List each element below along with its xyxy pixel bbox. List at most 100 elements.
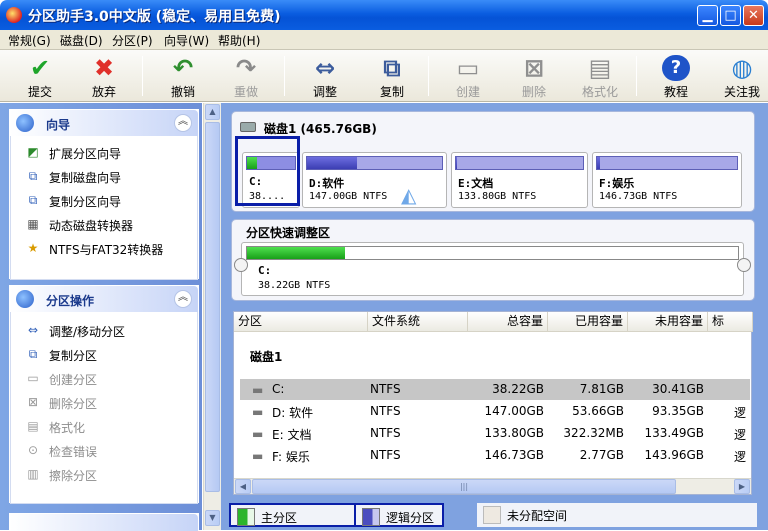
column-header-used[interactable]: 已用容量	[548, 312, 628, 332]
column-header-partition[interactable]: 分区	[234, 312, 368, 332]
format-disk-icon: ▤	[588, 54, 612, 82]
globe-icon: ◍	[731, 54, 753, 82]
op-copy-partition[interactable]: ⧉ 复制分区	[11, 342, 197, 366]
help-icon: ?	[662, 55, 690, 81]
third-panel-header[interactable]	[10, 514, 198, 531]
create-button[interactable]: ▭ 创建	[440, 52, 496, 100]
resize-icon: ⇔	[27, 323, 39, 337]
quick-resize-partition[interactable]: C: 38.22GB NTFS	[241, 242, 744, 296]
menu-help[interactable]: 帮助(H)	[218, 32, 260, 49]
wizard-ntfs-fat32[interactable]: ★ NTFS与FAT32转换器	[11, 236, 197, 260]
quick-resize-bar	[246, 246, 739, 260]
partition-block-f[interactable]: F:娱乐 146.73GB NTFS	[592, 152, 742, 208]
scroll-right-button[interactable]: ▶	[734, 479, 750, 494]
resize-disk-icon: ⇔	[314, 54, 336, 82]
resize-handle-right[interactable]	[737, 258, 751, 272]
wizard-dynamic-disk[interactable]: ▦ 动态磁盘转换器	[11, 212, 197, 236]
app-icon	[6, 7, 22, 23]
undo-arrow-icon: ↶	[172, 54, 194, 82]
menu-disk[interactable]: 磁盘(D)	[60, 32, 103, 49]
copy-button[interactable]: ⧉ 复制	[364, 52, 420, 100]
format-icon: ▤	[27, 419, 39, 433]
format-button[interactable]: ▤ 格式化	[572, 52, 628, 100]
quick-resize-card: 分区快速调整区 C: 38.22GB NTFS	[231, 219, 755, 301]
close-button[interactable]: ✕	[743, 5, 764, 26]
partition-ops-list: ⇔ 调整/移动分区 ⧉ 复制分区 ▭ 创建分区 ⊠ 删除分区 ▤ 格式化 ⊙ 检查错误 ▥ 擦…	[10, 312, 198, 504]
menu-partition[interactable]: 分区(P)	[112, 32, 153, 49]
scroll-thumb[interactable]: |||	[252, 479, 676, 494]
tutorial-button[interactable]: ? 教程	[648, 52, 704, 100]
column-header-total[interactable]: 总容量	[468, 312, 548, 332]
menu-bar: 常规(G) 磁盘(D) 分区(P) 向导(W) 帮助(H)	[0, 30, 768, 50]
op-create-partition[interactable]: ▭ 创建分区	[11, 366, 197, 390]
wizard-panel-header[interactable]: 向导 ︽	[10, 110, 198, 136]
op-check-errors[interactable]: ⊙ 检查错误	[11, 438, 197, 462]
copy-disk-icon: ⧉	[28, 169, 38, 183]
collapse-icon[interactable]: ︽	[174, 114, 192, 132]
scroll-thumb[interactable]	[205, 122, 220, 492]
column-header-free[interactable]: 未用容量	[628, 312, 708, 332]
check-icon: ⊙	[27, 443, 39, 457]
legend-logical: 逻辑分区	[354, 503, 444, 527]
copy-icon: ⧉	[28, 347, 38, 361]
toolbar-separator	[428, 56, 429, 96]
partition-block-e[interactable]: E:文档 133.80GB NTFS	[451, 152, 588, 208]
delete-button[interactable]: ⊠ 删除	[506, 52, 562, 100]
wizard-copy-disk[interactable]: ⧉ 复制磁盘向导	[11, 164, 197, 188]
redo-button[interactable]: ↷ 重做	[218, 52, 274, 100]
column-header-filesystem[interactable]: 文件系统	[368, 312, 468, 332]
resize-button[interactable]: ⇔ 调整	[297, 52, 353, 100]
op-resize-move[interactable]: ⇔ 调整/移动分区	[11, 318, 197, 342]
delete-disk-icon: ⊠	[523, 54, 545, 82]
scroll-up-button[interactable]: ▲	[205, 104, 220, 120]
drive-icon: ▬	[252, 405, 264, 419]
legend-bar: 主分区 逻辑分区 未分配空间	[221, 500, 768, 530]
title-bar[interactable]: 分区助手3.0中文版 (稳定、易用且免费) ▁ □ ✕	[0, 0, 768, 30]
drive-icon: ▬	[252, 383, 264, 397]
partition-ops-header[interactable]: 分区操作 ︽	[10, 286, 198, 312]
scroll-left-button[interactable]: ◀	[235, 479, 251, 494]
task-pane-scrollbar[interactable]: ▲ ▼	[203, 103, 221, 530]
op-wipe-partition[interactable]: ▥ 擦除分区	[11, 462, 197, 486]
follow-button[interactable]: ◍ 关注我	[714, 52, 768, 100]
disk-group-label: 磁盘1	[250, 350, 283, 364]
table-row[interactable]: ▬ E: 文档 NTFS 133.80GB 322.32MB 133.49GB …	[240, 423, 750, 444]
column-header-flag[interactable]: 标	[708, 312, 753, 332]
table-row[interactable]: ▬ D: 软件 NTFS 147.00GB 53.66GB 93.35GB 逻	[240, 401, 750, 422]
maximize-icon: □	[724, 8, 737, 23]
partition-list: 分区 文件系统 总容量 已用容量 未用容量 标 磁盘1 ▬ C: NTFS 38…	[233, 311, 753, 495]
toolbar-separator	[284, 56, 285, 96]
list-horizontal-scrollbar[interactable]: ◀ ||| ▶	[234, 478, 751, 494]
toolbar-separator	[142, 56, 143, 96]
table-row[interactable]: ▬ F: 娱乐 NTFS 146.73GB 2.77GB 143.96GB 逻	[240, 445, 750, 466]
redo-arrow-icon: ↷	[235, 54, 257, 82]
partition-usage-bar	[596, 156, 738, 170]
submit-button[interactable]: ✔ 提交	[12, 52, 68, 100]
convert-icon: ★	[27, 241, 39, 255]
op-delete-partition[interactable]: ⊠ 删除分区	[11, 390, 197, 414]
wizard-list: ◩ 扩展分区向导 ⧉ 复制磁盘向导 ⧉ 复制分区向导 ▦ 动态磁盘转换器 ★ NTFS与F…	[10, 136, 198, 280]
maximize-button[interactable]: □	[720, 5, 741, 26]
menu-general[interactable]: 常规(G)	[8, 32, 51, 49]
resize-handle-left[interactable]	[234, 258, 248, 272]
partition-block-d[interactable]: D:软件 147.00GB NTFS ◭	[302, 152, 447, 208]
delete-icon: ⊠	[27, 395, 39, 409]
legend-unallocated: 未分配空间	[477, 503, 757, 527]
op-format[interactable]: ▤ 格式化	[11, 414, 197, 438]
collapse-icon[interactable]: ︽	[174, 290, 192, 308]
scroll-down-button[interactable]: ▼	[205, 510, 220, 526]
wizard-panel: 向导 ︽ ◩ 扩展分区向导 ⧉ 复制磁盘向导 ⧉ 复制分区向导 ▦ 动态磁盘转换器 ★ N…	[9, 109, 199, 280]
third-panel-partial	[9, 513, 199, 531]
toolbar-separator	[636, 56, 637, 96]
minimize-button[interactable]: ▁	[697, 5, 718, 26]
menu-wizard[interactable]: 向导(W)	[164, 32, 209, 49]
wizard-icon	[16, 114, 34, 132]
unallocated-swatch	[483, 506, 501, 524]
undo-button[interactable]: ↶ 撤销	[155, 52, 211, 100]
wizard-copy-partition[interactable]: ⧉ 复制分区向导	[11, 188, 197, 212]
window-title: 分区助手3.0中文版 (稳定、易用且免费)	[28, 9, 281, 25]
wizard-extend-partition[interactable]: ◩ 扩展分区向导	[11, 140, 197, 164]
discard-button[interactable]: ✖ 放弃	[76, 52, 132, 100]
partition-usage-bar	[455, 156, 584, 170]
table-row[interactable]: ▬ C: NTFS 38.22GB 7.81GB 30.41GB	[240, 379, 750, 400]
